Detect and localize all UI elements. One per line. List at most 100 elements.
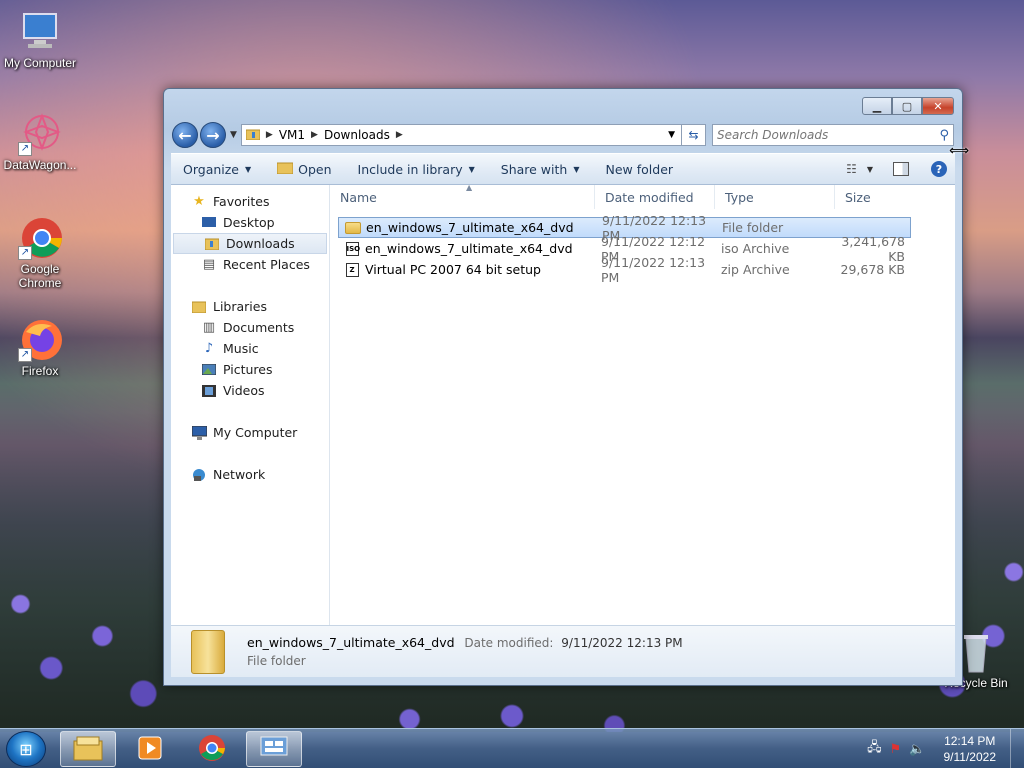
clock[interactable]: 12:14 PM 9/11/2022 <box>944 733 997 765</box>
file-size: 29,678 KB <box>840 262 905 277</box>
new-folder-button[interactable]: New folder <box>606 162 674 177</box>
minimize-button[interactable]: ▁ <box>862 97 892 115</box>
iso-archive-icon: ISO <box>344 241 360 257</box>
start-button[interactable]: ⊞ <box>6 731 46 767</box>
search-input[interactable] <box>717 128 940 142</box>
star-icon: ★ <box>193 194 205 209</box>
datawagon-icon: ↗ <box>18 112 62 156</box>
recent-pages-dropdown[interactable]: ▼ <box>230 130 237 140</box>
action-center-flag-icon[interactable]: ⚑ <box>890 742 902 757</box>
breadcrumb-separator-icon[interactable]: ▶ <box>396 130 403 140</box>
explorer-icon <box>73 735 103 764</box>
search-box[interactable]: ⚲ <box>712 124 954 146</box>
include-in-library-label: Include in library <box>357 161 463 177</box>
taskbar-chrome-button[interactable] <box>184 731 240 767</box>
chevron-down-icon[interactable]: ▼ <box>867 165 873 174</box>
include-in-library-button[interactable]: Include in library ▼ <box>358 162 475 177</box>
view-options-icon[interactable]: ☷ <box>846 162 857 176</box>
address-dropdown-icon[interactable]: ▼ <box>668 130 675 140</box>
breadcrumb-vm1[interactable]: VM1 <box>279 128 305 142</box>
libraries-icon <box>191 299 207 315</box>
nav-label: My Computer <box>213 425 298 440</box>
nav-label: Videos <box>223 383 265 398</box>
desktop-icon <box>201 215 217 231</box>
organize-button[interactable]: Organize ▼ <box>183 162 251 177</box>
nav-favorites[interactable]: ★ Favorites <box>171 191 329 212</box>
windows-logo-icon: ⊞ <box>19 739 33 759</box>
system-tray: 🖧 ⚑ 🔈 12:14 PM 9/11/2022 <box>863 729 1024 768</box>
details-pane: en_windows_7_ultimate_x64_dvd Date modif… <box>171 625 955 677</box>
taskbar-media-player-button[interactable] <box>122 731 178 767</box>
open-button[interactable]: Open <box>276 161 332 177</box>
forward-arrow-icon: → <box>206 125 220 145</box>
taskbar-remote-app-button[interactable] <box>246 731 302 767</box>
volume-icon[interactable]: 🔈 <box>909 742 925 757</box>
file-list: en_windows_7_ultimate_x64_dvd 9/11/2022 … <box>330 209 955 285</box>
nav-recent-places[interactable]: ▤ Recent Places <box>171 254 329 275</box>
close-button[interactable]: ✕ <box>922 97 954 115</box>
nav-network[interactable]: Network <box>171 464 329 485</box>
nav-label: Pictures <box>223 362 273 377</box>
network-icon <box>191 467 207 483</box>
address-row: ← → ▼ ▶ VM1 ▶ Downloads ▶ ▼ ⇆ ⚲ <box>172 121 954 149</box>
share-with-label: Share with <box>500 161 568 177</box>
nav-label: Recent Places <box>223 257 310 272</box>
resize-cursor-icon: ⟺ <box>949 143 970 159</box>
file-row[interactable]: Z Virtual PC 2007 64 bit setup 9/11/2022 … <box>338 255 911 285</box>
details-type: File folder <box>247 654 306 668</box>
desktop-icon-google-chrome[interactable]: ↗ Google Chrome <box>0 216 80 290</box>
back-button[interactable]: ← <box>172 122 198 148</box>
chevron-down-icon: ▼ <box>468 164 475 174</box>
nav-videos[interactable]: Videos <box>171 380 329 401</box>
back-arrow-icon: ← <box>178 125 192 145</box>
nav-my-computer[interactable]: My Computer <box>171 422 329 443</box>
forward-button[interactable]: → <box>200 122 226 148</box>
address-bar[interactable]: ▶ VM1 ▶ Downloads ▶ ▼ <box>240 124 682 146</box>
refresh-button[interactable]: ⇆ <box>682 124 706 146</box>
column-header-date-modified[interactable]: Date modified <box>595 185 715 209</box>
column-header-name[interactable]: Name <box>330 185 595 209</box>
documents-icon: ▥ <box>202 320 216 335</box>
nav-libraries[interactable]: Libraries <box>171 296 329 317</box>
music-icon: ♪ <box>204 341 214 356</box>
breadcrumb-separator-icon[interactable]: ▶ <box>266 130 273 140</box>
desktop-icon-my-computer[interactable]: My Computer <box>0 10 80 70</box>
share-with-button[interactable]: Share with ▼ <box>501 162 580 177</box>
navigation-pane: ★ Favorites Desktop Downloads ▤ Recent Pla… <box>171 185 330 625</box>
breadcrumb-separator-icon[interactable]: ▶ <box>311 130 318 140</box>
zip-archive-icon: Z <box>344 262 360 278</box>
shortcut-arrow-icon: ↗ <box>18 348 32 362</box>
window-caption-buttons: ▁ ▢ ✕ <box>862 97 954 115</box>
restore-icon: ▢ <box>901 99 913 113</box>
network-status-icon[interactable]: 🖧 <box>867 738 882 760</box>
explorer-content: ★ Favorites Desktop Downloads ▤ Recent Pla… <box>171 183 955 625</box>
chevron-down-icon: ▼ <box>245 164 252 174</box>
desktop-icon-datawagon[interactable]: ↗ DataWagon... <box>0 112 80 172</box>
nav-music[interactable]: ♪ Music <box>171 338 329 359</box>
chrome-icon: ↗ <box>18 216 62 260</box>
media-player-icon <box>137 735 163 764</box>
nav-pictures[interactable]: Pictures <box>171 359 329 380</box>
nav-label: Favorites <box>213 194 270 209</box>
search-icon[interactable]: ⚲ <box>939 128 949 143</box>
maximize-button[interactable]: ▢ <box>892 97 922 115</box>
column-header-type[interactable]: Type <box>715 185 835 209</box>
desktop-icon-firefox[interactable]: ↗ Firefox <box>0 318 80 378</box>
column-header-size[interactable]: Size <box>835 185 911 209</box>
preview-pane-icon[interactable] <box>893 162 909 176</box>
nav-label: Downloads <box>226 236 295 251</box>
nav-downloads[interactable]: Downloads <box>173 233 327 254</box>
command-bar: Organize ▼ Open Include in library ▼ Share… <box>171 153 955 185</box>
taskbar-explorer-button[interactable] <box>60 731 116 767</box>
nav-desktop[interactable]: Desktop <box>171 212 329 233</box>
large-folder-icon <box>191 629 225 674</box>
breadcrumb-downloads[interactable]: Downloads <box>324 128 390 142</box>
remote-desktop-icon <box>259 735 289 764</box>
column-headers: ▲ Name Date modified Type Size <box>330 183 955 209</box>
show-desktop-button[interactable] <box>1010 729 1024 768</box>
help-icon[interactable]: ? <box>931 161 947 177</box>
nav-documents[interactable]: ▥ Documents <box>171 317 329 338</box>
details-name: en_windows_7_ultimate_x64_dvd <box>247 635 455 650</box>
folder-icon <box>245 128 261 143</box>
downloads-folder-icon <box>204 236 220 252</box>
